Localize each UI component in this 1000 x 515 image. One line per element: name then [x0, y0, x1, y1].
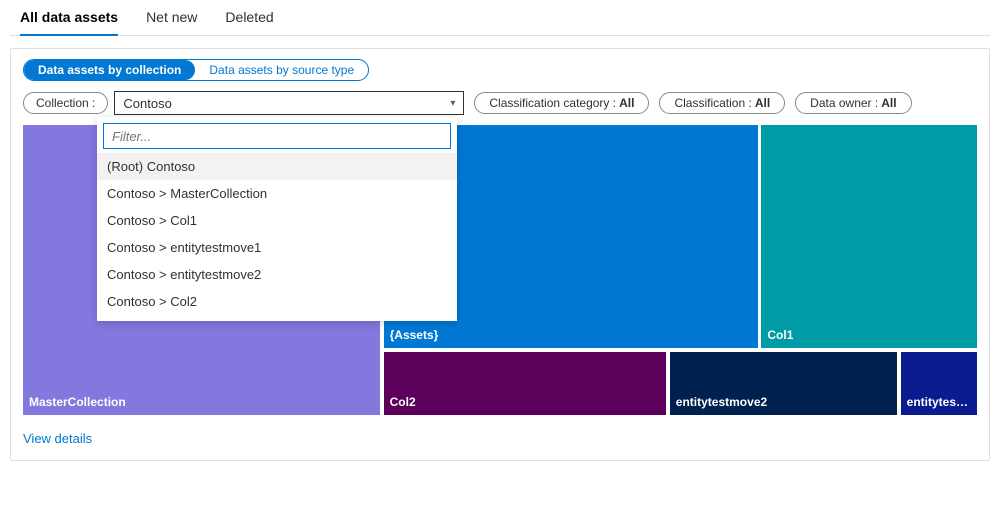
- treemap-tile-label: {Assets}: [390, 328, 752, 342]
- filter-classification[interactable]: Classification : All: [659, 92, 785, 114]
- filter-row: Collection : Contoso ▾ (Root) Contoso Co…: [23, 91, 977, 115]
- tab-deleted[interactable]: Deleted: [225, 0, 273, 36]
- filter-classification-category[interactable]: Classification category : All: [474, 92, 649, 114]
- filter-label: Classification :: [674, 96, 751, 110]
- dropdown-item[interactable]: Contoso > MasterCollection: [97, 180, 457, 207]
- filter-value: All: [881, 96, 896, 110]
- treemap-tile[interactable]: entitytestmove2: [670, 352, 897, 415]
- collection-value: Contoso: [123, 96, 171, 111]
- dropdown-item[interactable]: Contoso > Col1: [97, 207, 457, 234]
- dropdown-item[interactable]: (Root) Contoso: [97, 153, 457, 180]
- chevron-down-icon: ▾: [450, 98, 455, 109]
- toggle-by-source[interactable]: Data assets by source type: [195, 60, 368, 80]
- treemap-tile-label: Col1: [767, 328, 971, 342]
- filter-value: All: [755, 96, 770, 110]
- treemap-tile[interactable]: Col1: [761, 125, 977, 348]
- treemap-tile-label: Col2: [390, 395, 660, 409]
- collection-select[interactable]: Contoso ▾: [114, 91, 464, 115]
- tab-net-new[interactable]: Net new: [146, 0, 197, 36]
- view-details-link[interactable]: View details: [23, 431, 92, 446]
- treemap-tile-label: entitytestmov...: [907, 395, 971, 409]
- insights-card: Data assets by collection Data assets by…: [10, 48, 990, 461]
- dropdown-filter-input[interactable]: [103, 123, 451, 149]
- collection-filter-wrap: Collection : Contoso ▾ (Root) Contoso Co…: [23, 91, 464, 115]
- filter-label: Classification category :: [489, 96, 616, 110]
- dropdown-item[interactable]: Contoso > entitytestmove1: [97, 234, 457, 261]
- collection-dropdown: (Root) Contoso Contoso > MasterCollectio…: [97, 117, 457, 321]
- filter-label: Data owner :: [810, 96, 878, 110]
- view-toggle: Data assets by collection Data assets by…: [23, 59, 369, 81]
- tab-all-data-assets[interactable]: All data assets: [20, 0, 118, 36]
- filter-value: All: [619, 96, 634, 110]
- dropdown-item[interactable]: Contoso > entitytestmove2: [97, 261, 457, 288]
- toggle-by-collection[interactable]: Data assets by collection: [24, 60, 195, 80]
- treemap-tile[interactable]: Col2: [384, 352, 666, 415]
- top-tabs: All data assets Net new Deleted: [10, 0, 990, 36]
- filter-data-owner[interactable]: Data owner : All: [795, 92, 911, 114]
- treemap-tile-label: entitytestmove2: [676, 395, 891, 409]
- collection-label: Collection :: [23, 92, 108, 114]
- treemap-tile-label: MasterCollection: [29, 395, 374, 409]
- dropdown-item[interactable]: Contoso > Col2: [97, 288, 457, 315]
- treemap-tile[interactable]: entitytestmov...: [901, 352, 977, 415]
